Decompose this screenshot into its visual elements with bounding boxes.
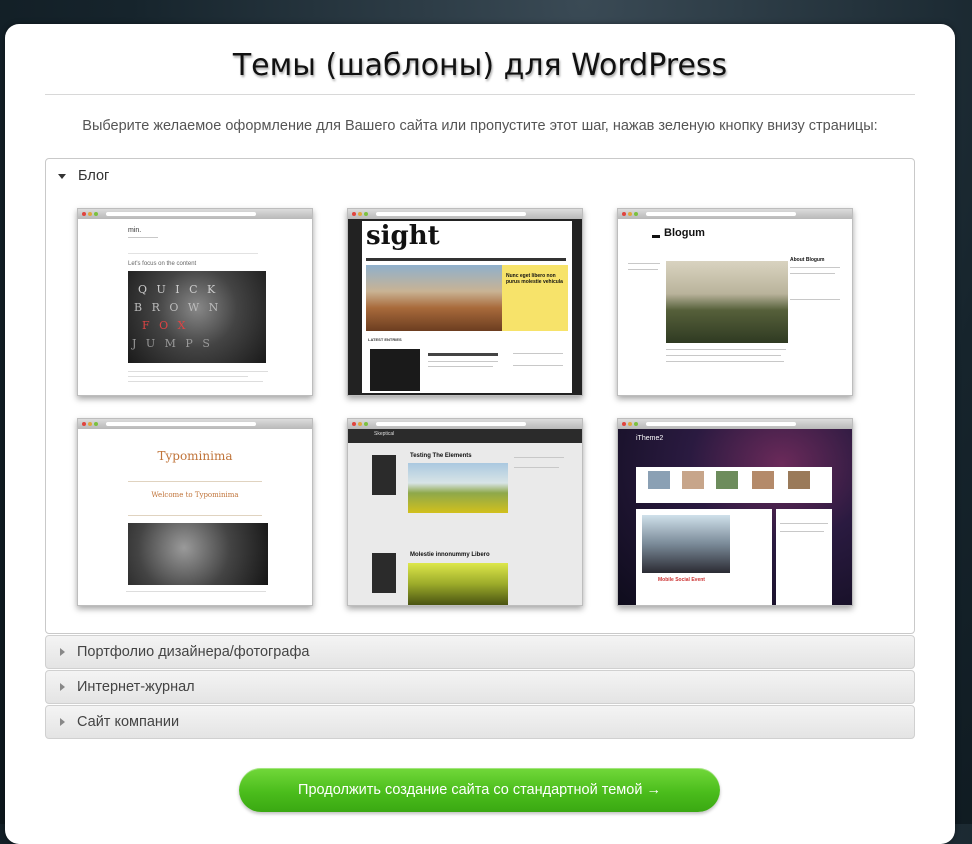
page-title: Темы (шаблоны) для WordPress <box>232 48 728 83</box>
theme-name: iTheme2 <box>636 435 664 442</box>
theme-thumbnail-skeptical[interactable]: Skeptical Testing The Elements Molestie … <box>347 418 583 606</box>
theme-preview-image <box>642 515 730 573</box>
svg-text:J U M P S: J U M P S <box>131 337 213 350</box>
section-label: Сайт компании <box>77 714 180 730</box>
theme-thumbnail-typominima[interactable]: Typominima Welcome to Typominima <box>77 418 313 606</box>
theme-post-title: Mobile Social Event <box>658 577 705 583</box>
section-blog-header[interactable]: Блог <box>46 159 914 193</box>
theme-preview-image <box>366 265 502 331</box>
caret-right-icon <box>60 718 65 726</box>
theme-name: min. <box>128 227 142 234</box>
theme-sidebar-title: About Blogum <box>790 257 825 263</box>
theme-name: sight <box>366 221 440 251</box>
theme-preview-image <box>408 463 508 513</box>
section-label: Портфолио дизайнера/фотографа <box>77 644 310 660</box>
theme-headline: Nunc eget libero non purus molestie vehi… <box>506 273 563 285</box>
title-divider <box>45 94 915 95</box>
section-label: Интернет-журнал <box>77 679 195 695</box>
svg-text:B R O W N: B R O W N <box>134 301 221 314</box>
theme-thumbnail-min[interactable]: min. Let's focus on the content Q U I C … <box>77 208 313 396</box>
section-label: Блог <box>78 168 110 184</box>
browser-chrome <box>78 209 312 219</box>
theme-thumbnail-sight[interactable]: sight Nunc eget libero non purus molesti… <box>347 208 583 396</box>
theme-post-title: Testing The Elements <box>410 453 472 459</box>
continue-button[interactable]: Продолжить создание сайта со стандартной… <box>239 768 720 812</box>
theme-tagline: Let's focus on the content <box>128 261 197 267</box>
theme-post-title: Molestie innonummy Libero <box>410 552 490 558</box>
theme-name: Typominima <box>157 449 233 463</box>
theme-name: Skeptical <box>374 431 395 437</box>
theme-preview-image <box>666 261 788 343</box>
theme-welcome: Welcome to Typominima <box>151 491 239 499</box>
page-subtitle: Выберите желаемое оформление для Вашего … <box>82 118 878 134</box>
caret-right-icon <box>60 648 65 656</box>
theme-name: Blogum <box>664 227 705 239</box>
theme-preview-image <box>128 523 268 585</box>
caret-down-icon <box>58 173 66 179</box>
section-company[interactable]: Сайт компании <box>45 705 915 739</box>
theme-section: LATEST ENTRIES <box>368 337 402 342</box>
caret-right-icon <box>60 683 65 691</box>
theme-thumbnail-blogum[interactable]: Blogum About Blogum <box>617 208 853 396</box>
theme-preview-image: Q U I C K B R O W N F O X J U M P S <box>128 271 266 363</box>
svg-text:F O X: F O X <box>142 319 188 332</box>
theme-thumbnail-itheme2[interactable]: iTheme2 Mobile Social Event <box>617 418 853 606</box>
section-portfolio[interactable]: Портфолио дизайнера/фотографа <box>45 635 915 669</box>
svg-text:Q U I C K: Q U I C K <box>138 283 218 296</box>
section-magazine[interactable]: Интернет-журнал <box>45 670 915 704</box>
section-blog: Блог min. Let's focus on the content Q U… <box>45 158 915 634</box>
